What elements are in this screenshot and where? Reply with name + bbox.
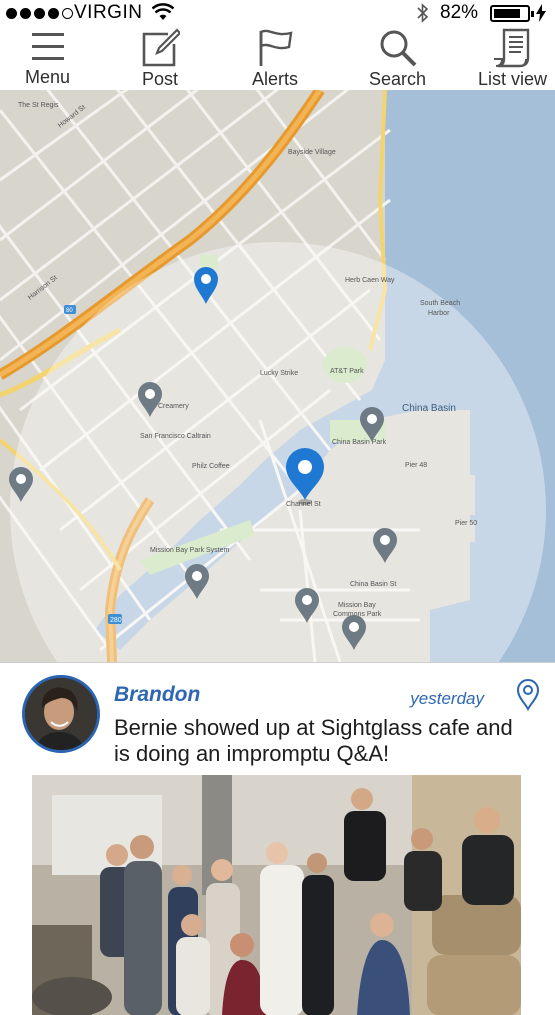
compose-icon: [142, 28, 180, 67]
avatar-photo: [25, 678, 97, 750]
map-pin-featured[interactable]: [284, 448, 326, 506]
svg-text:Philz Coffee: Philz Coffee: [192, 463, 230, 470]
svg-text:280: 280: [110, 617, 122, 624]
flag-icon: [259, 29, 293, 66]
map-canvas[interactable]: The St Regis Howard St Bayside Village H…: [0, 90, 555, 662]
svg-text:Lucky Strike: Lucky Strike: [260, 370, 298, 377]
svg-text:Harbor: Harbor: [428, 310, 450, 317]
map-pin[interactable]: [371, 526, 399, 564]
svg-text:South Beach: South Beach: [420, 300, 460, 307]
battery-percentage: 82%: [440, 2, 479, 23]
hamburger-menu-icon: [31, 33, 64, 60]
map-pin-outline-icon[interactable]: [515, 679, 541, 711]
map-pin[interactable]: [293, 586, 321, 624]
svg-text:80: 80: [66, 308, 73, 314]
menu-label: Menu: [24, 67, 71, 87]
search-label: Search: [368, 69, 427, 89]
avatar[interactable]: [22, 675, 100, 753]
alerts-button[interactable]: Alerts: [225, 26, 325, 90]
feed-post[interactable]: Brandon yesterday Bernie showed up at Si…: [0, 662, 555, 1015]
post-timestamp: yesterday: [410, 689, 484, 708]
signal-strength-icon: [6, 8, 73, 19]
map-pin[interactable]: [340, 613, 368, 651]
post-photo-image: [32, 775, 521, 1015]
list-view-button[interactable]: List view: [470, 26, 555, 90]
carrier-name: VIRGIN: [74, 2, 143, 23]
list-view-label: List view: [477, 69, 548, 89]
bluetooth-icon: [417, 3, 429, 23]
wifi-icon: [152, 3, 174, 20]
post-message: Bernie showed up at Sightglass cafe and …: [114, 715, 513, 766]
map-view[interactable]: The St Regis Howard St Bayside Village H…: [0, 90, 555, 662]
map-pin[interactable]: [358, 405, 386, 443]
svg-text:Pier 48: Pier 48: [405, 462, 427, 469]
post-button[interactable]: Post: [95, 26, 225, 90]
map-pin[interactable]: [7, 465, 35, 503]
post-label: Post: [141, 69, 179, 89]
svg-text:San Francisco Caltrain: San Francisco Caltrain: [140, 433, 211, 440]
charging-icon: [536, 4, 546, 22]
search-button[interactable]: Search: [325, 26, 470, 90]
svg-text:Mission Bay Park System: Mission Bay Park System: [150, 547, 230, 554]
map-pin-selected[interactable]: [192, 265, 220, 305]
scroll-list-icon: [493, 28, 529, 68]
post-photo[interactable]: [32, 775, 521, 1015]
battery-icon: [490, 5, 534, 22]
svg-text:AT&T Park: AT&T Park: [330, 368, 364, 375]
post-author[interactable]: Brandon: [114, 683, 200, 707]
svg-text:The St Regis: The St Regis: [18, 102, 59, 109]
svg-text:Herb Caen Way: Herb Caen Way: [345, 277, 395, 284]
svg-text:China Basin St: China Basin St: [350, 581, 396, 588]
svg-text:Pier 50: Pier 50: [455, 520, 477, 527]
alerts-label: Alerts: [251, 69, 298, 89]
top-toolbar: Menu Post Alerts Search List view: [0, 26, 555, 90]
menu-button[interactable]: Menu: [0, 26, 95, 90]
map-pin[interactable]: [136, 380, 164, 418]
svg-text:Bayside Village: Bayside Village: [288, 149, 336, 156]
svg-text:China Basin: China Basin: [402, 403, 456, 414]
map-pin[interactable]: [183, 562, 211, 600]
search-icon: [380, 30, 416, 67]
svg-text:Mission Bay: Mission Bay: [338, 602, 376, 609]
status-bar: VIRGIN 82%: [0, 0, 555, 26]
